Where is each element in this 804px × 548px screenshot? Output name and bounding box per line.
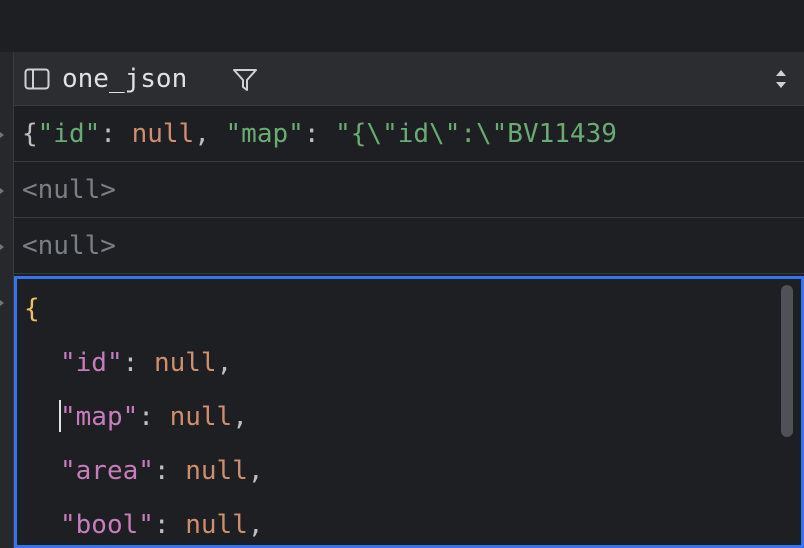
row-gutter (0, 52, 14, 548)
json-key: "map" (60, 402, 139, 432)
json-line[interactable]: "area": null, (60, 456, 264, 486)
json-sep: : (153, 510, 186, 540)
row-marker-icon[interactable] (0, 132, 4, 138)
column-panel-icon (24, 68, 50, 90)
json-preview-cell[interactable]: {"id": null, "map": "{\"id\":\"BV11439 (22, 106, 617, 161)
null-cell[interactable]: <null> (22, 218, 116, 273)
json-sep: : (138, 402, 170, 432)
table-row[interactable]: <null> (14, 162, 804, 218)
sort-updown-icon[interactable] (774, 68, 788, 90)
row-marker-icon[interactable] (0, 188, 4, 194)
json-line[interactable]: "id": null, (60, 348, 232, 378)
preview-token: "{\"id\":\"BV11439 (335, 119, 617, 149)
json-value: null (185, 510, 248, 540)
vertical-scrollbar[interactable] (781, 285, 793, 437)
json-key: "id" (60, 348, 123, 378)
preview-token: { (22, 119, 38, 149)
json-key: "area" (60, 456, 154, 486)
json-value: null (153, 348, 217, 378)
table-row[interactable]: <null> (14, 218, 804, 274)
json-value: null (169, 402, 233, 432)
preview-token: "id" (37, 119, 101, 149)
json-value: null (185, 456, 248, 486)
json-sep: , (216, 348, 233, 378)
json-sep: : (122, 348, 154, 378)
json-sep: , (247, 510, 264, 540)
json-line[interactable]: "map": null, (60, 402, 248, 432)
json-sep: : (153, 456, 186, 486)
json-open-brace: { (24, 294, 40, 324)
json-key: "bool" (60, 510, 154, 540)
json-cell-editor[interactable]: { "id": null, "map": null, "area": null,… (14, 276, 804, 548)
filter-icon[interactable] (232, 67, 258, 93)
preview-token: : (303, 119, 336, 149)
preview-token: , (194, 119, 226, 149)
toolbar-area (0, 0, 804, 52)
table-row[interactable]: {"id": null, "map": "{\"id\":\"BV11439 (14, 106, 804, 162)
row-marker-icon[interactable] (0, 300, 4, 306)
column-name: one_json (62, 64, 188, 94)
text-caret (59, 400, 61, 432)
preview-token: null (131, 119, 195, 149)
row-marker-icon[interactable] (0, 244, 4, 250)
preview-token: "map" (225, 119, 304, 149)
preview-token: : (100, 119, 132, 149)
column-header-one-json[interactable]: one_json (14, 52, 804, 106)
json-sep: , (232, 402, 248, 432)
json-line[interactable]: "bool": null, (60, 510, 264, 540)
null-cell[interactable]: <null> (22, 162, 116, 217)
json-sep: , (247, 456, 264, 486)
data-grid: one_json {"id": null, "map": "{\"id\":\"… (0, 52, 804, 548)
